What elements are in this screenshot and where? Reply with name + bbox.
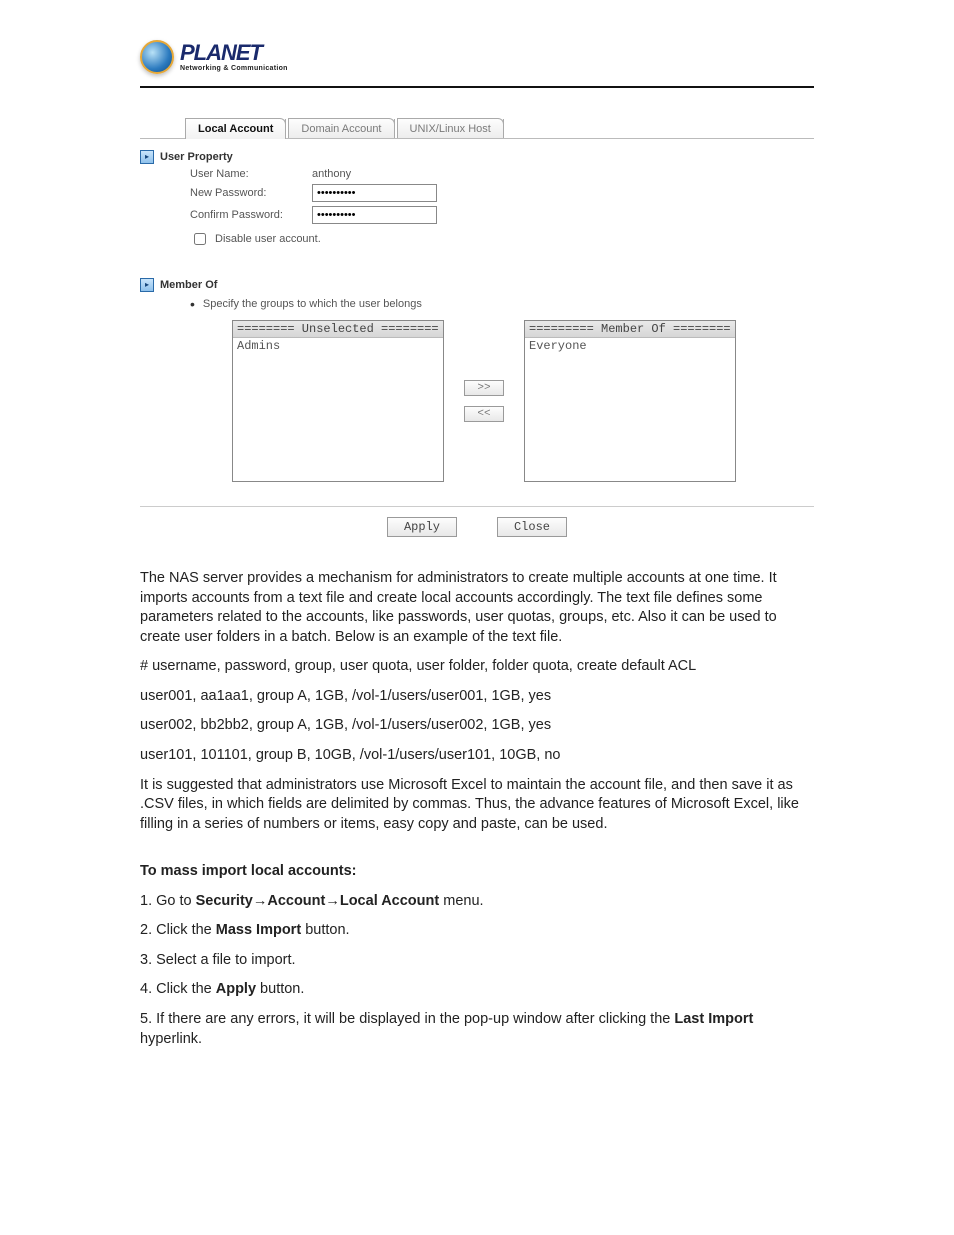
member-of-specify: Specify the groups to which the user bel… [203,298,422,310]
doc-paragraph: It is suggested that administrators use … [140,776,814,835]
tab-domain-account[interactable]: Domain Account [288,118,394,139]
doc-step: 2. Click the Mass Import button. [140,921,814,941]
member-listbox[interactable]: ========= Member Of ======== Everyone [524,320,736,482]
disable-account-label: Disable user account. [215,233,321,245]
unselected-header: ======== Unselected ======== [233,321,443,338]
doc-paragraph: user002, bb2bb2, group A, 1GB, /vol-1/us… [140,716,814,736]
doc-heading: To mass import local accounts: [140,862,814,882]
close-button[interactable]: Close [497,517,567,537]
doc-step: 1. Go to Security→Account→Local Account … [140,892,814,912]
user-property-heading: User Property [160,151,233,163]
section-toggle-icon[interactable] [140,150,154,164]
header-divider [140,86,814,88]
doc-step: 5. If there are any errors, it will be d… [140,1010,814,1049]
doc-paragraph: user101, 101101, group B, 10GB, /vol-1/u… [140,746,814,766]
add-to-member-button[interactable]: >> [464,380,504,396]
list-item[interactable]: Admins [233,338,443,354]
section-toggle-icon[interactable] [140,278,154,292]
doc-paragraph: # username, password, group, user quota,… [140,657,814,677]
confirm-password-label: Confirm Password: [190,209,300,221]
new-password-label: New Password: [190,187,300,199]
tab-local-account[interactable]: Local Account [185,118,286,139]
globe-icon [140,40,174,74]
apply-button[interactable]: Apply [387,517,457,537]
doc-paragraph: user001, aa1aa1, group A, 1GB, /vol-1/us… [140,687,814,707]
list-item[interactable]: Everyone [525,338,735,354]
form-divider [140,506,814,507]
new-password-input[interactable] [312,184,437,202]
logo: PLANET Networking & Communication [140,40,894,74]
username-label: User Name: [190,168,300,180]
remove-from-member-button[interactable]: << [464,406,504,422]
logo-brand: PLANET [180,42,288,64]
member-header: ========= Member Of ======== [525,321,735,338]
tab-unix-linux-host[interactable]: UNIX/Linux Host [397,118,504,139]
doc-step: 4. Click the Apply button. [140,980,814,1000]
confirm-password-input[interactable] [312,206,437,224]
disable-account-checkbox[interactable] [194,233,206,245]
doc-paragraph: The NAS server provides a mechanism for … [140,569,814,647]
unselected-listbox[interactable]: ======== Unselected ======== Admins [232,320,444,482]
logo-tagline: Networking & Communication [180,65,288,72]
doc-step: 3. Select a file to import. [140,951,814,971]
member-of-heading: Member Of [160,279,217,291]
username-value: anthony [312,168,351,180]
account-tabs: Local Account Domain Account UNIX/Linux … [185,118,814,139]
